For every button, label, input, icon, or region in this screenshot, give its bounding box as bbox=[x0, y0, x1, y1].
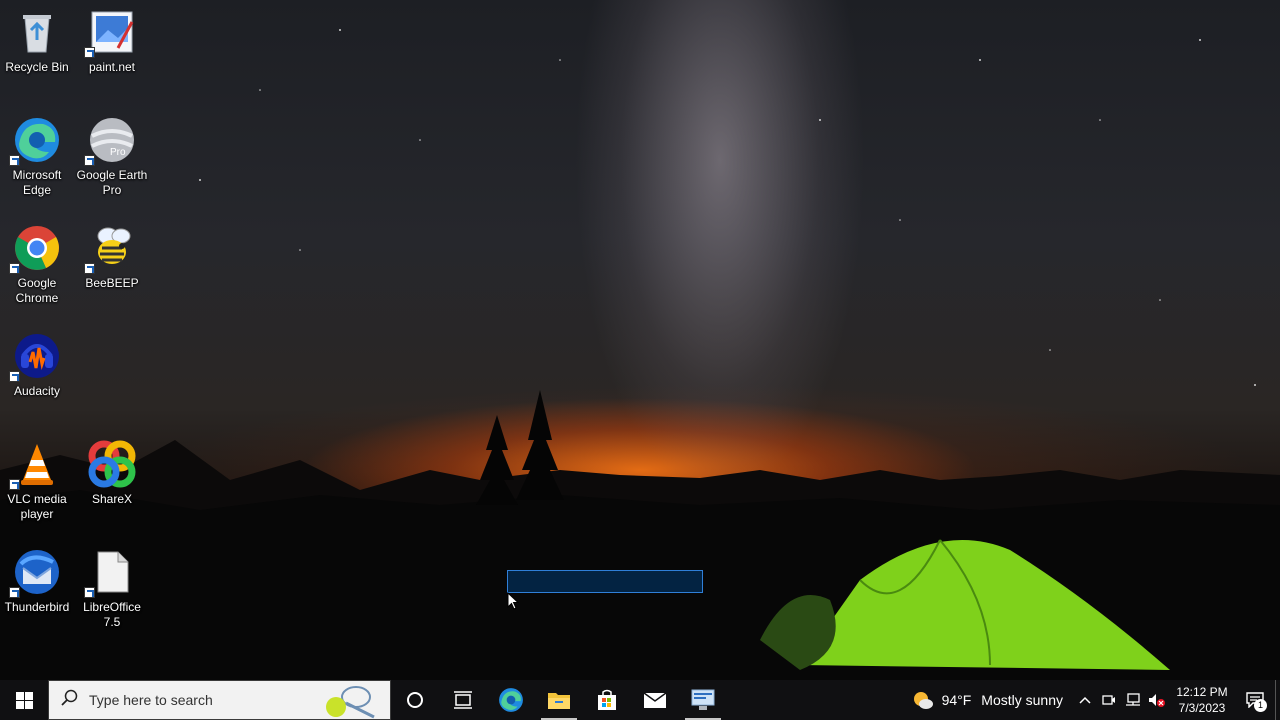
network-icon bbox=[1126, 693, 1140, 706]
recycle-bin-icon bbox=[13, 8, 61, 56]
shortcut-arrow-icon bbox=[9, 155, 20, 166]
desktop-icon-label: paint.net bbox=[88, 60, 136, 74]
show-hidden-icons-button[interactable] bbox=[1073, 680, 1097, 720]
paint-net-icon bbox=[84, 8, 136, 58]
bee-icon bbox=[84, 224, 136, 274]
vlc-icon bbox=[9, 440, 61, 490]
file-explorer-icon bbox=[548, 693, 570, 709]
desktop-icon-vlc[interactable]: VLC media player bbox=[0, 434, 74, 522]
desktop-icon-google-earth-pro[interactable]: Pro Google Earth Pro bbox=[75, 110, 149, 198]
shortcut-arrow-icon bbox=[9, 587, 20, 598]
thunderbird-icon bbox=[9, 548, 61, 598]
edge-icon bbox=[499, 688, 523, 712]
desktop-icon-label: LibreOffice 7.5 bbox=[83, 600, 141, 629]
show-desktop-button[interactable] bbox=[1275, 680, 1280, 720]
tray-meet-now-button[interactable] bbox=[1097, 680, 1121, 720]
desktop-icon-label: BeeBEEP bbox=[85, 276, 139, 290]
weather-widget[interactable]: 94°F Mostly sunny bbox=[912, 690, 1063, 710]
drag-selection-rectangle bbox=[507, 570, 703, 593]
desktop-icon-microsoft-edge[interactable]: Microsoft Edge bbox=[0, 110, 74, 198]
shortcut-arrow-icon bbox=[84, 263, 95, 274]
desktop-icon-libreoffice[interactable]: LibreOffice 7.5 bbox=[75, 542, 149, 630]
taskbar-mail-button[interactable] bbox=[631, 680, 679, 720]
chrome-icon bbox=[9, 224, 61, 274]
desktop-icon-sharex[interactable]: ShareX bbox=[75, 434, 149, 507]
google-earth-icon: Pro bbox=[84, 116, 136, 166]
taskbar-edge-button[interactable] bbox=[487, 680, 535, 720]
shortcut-arrow-icon bbox=[9, 371, 20, 382]
tray-network-button[interactable] bbox=[1121, 680, 1145, 720]
edge-icon bbox=[9, 116, 61, 166]
task-view-button[interactable] bbox=[439, 680, 487, 720]
notification-count-badge: 1 bbox=[1254, 699, 1267, 712]
mail-icon bbox=[643, 692, 667, 708]
desktop-icon-audacity[interactable]: Audacity bbox=[0, 326, 74, 399]
taskbar-file-explorer-button[interactable] bbox=[535, 680, 583, 720]
desktop-icon-label: VLC media player bbox=[7, 492, 67, 521]
remote-desktop-icon bbox=[691, 689, 715, 710]
desktop-icon-beebeep[interactable]: BeeBEEP bbox=[75, 218, 149, 291]
shortcut-arrow-icon bbox=[84, 47, 95, 58]
task-view-icon bbox=[454, 691, 472, 709]
desktop-icon-label: Google Earth Pro bbox=[76, 168, 148, 197]
search-highlight-tennis-icon bbox=[318, 683, 382, 720]
cortana-button[interactable] bbox=[391, 680, 439, 720]
desktop-icon-thunderbird[interactable]: Thunderbird bbox=[0, 542, 74, 615]
desktop-icon-paint-net[interactable]: paint.net bbox=[75, 2, 149, 75]
shortcut-arrow-icon bbox=[84, 155, 95, 166]
desktop-icon-label: Thunderbird bbox=[4, 600, 70, 614]
shortcut-arrow-icon bbox=[9, 479, 20, 490]
taskbar: Type here to search 94°F Mostly sunny 12… bbox=[0, 680, 1280, 720]
desktop-icon-label: ShareX bbox=[91, 492, 133, 506]
libreoffice-icon bbox=[84, 548, 136, 598]
weather-temperature: 94°F bbox=[941, 692, 972, 708]
volume-muted-icon bbox=[1149, 694, 1165, 707]
desktop-icon-label: Recycle Bin bbox=[5, 60, 69, 74]
tray-volume-button[interactable] bbox=[1145, 680, 1169, 720]
desktop-icon-label: Microsoft Edge bbox=[12, 168, 62, 197]
audacity-icon bbox=[9, 332, 61, 382]
cortana-icon bbox=[407, 692, 423, 708]
mouse-cursor-icon bbox=[507, 591, 520, 616]
taskbar-clock[interactable]: 12:12 PM 7/3/2023 bbox=[1169, 684, 1235, 716]
taskbar-search-box[interactable]: Type here to search bbox=[48, 680, 391, 720]
partly-sunny-icon bbox=[913, 692, 933, 709]
desktop-icon-label: Google Chrome bbox=[15, 276, 59, 305]
shortcut-arrow-icon bbox=[84, 587, 95, 598]
sharex-icon bbox=[88, 440, 136, 488]
chevron-up-icon bbox=[1079, 696, 1091, 704]
desktop-icon-recycle-bin[interactable]: Recycle Bin bbox=[0, 2, 74, 75]
store-icon bbox=[598, 689, 616, 710]
meet-now-icon bbox=[1102, 695, 1115, 705]
clock-date: 7/3/2023 bbox=[1178, 701, 1226, 715]
shortcut-arrow-icon bbox=[9, 263, 20, 274]
system-tray: 94°F Mostly sunny 12:12 PM 7/3/2023 1 bbox=[912, 680, 1280, 720]
pro-badge-text: Pro bbox=[110, 147, 126, 158]
search-icon bbox=[61, 689, 79, 712]
desktop-icon-label: Audacity bbox=[13, 384, 61, 398]
action-center-button[interactable]: 1 bbox=[1235, 680, 1275, 720]
search-placeholder: Type here to search bbox=[89, 692, 213, 708]
desktop-icon-google-chrome[interactable]: Google Chrome bbox=[0, 218, 74, 306]
weather-condition: Mostly sunny bbox=[981, 692, 1063, 708]
taskbar-remote-desktop-button[interactable] bbox=[679, 680, 727, 720]
start-button[interactable] bbox=[0, 680, 48, 720]
windows-logo-icon bbox=[15, 691, 33, 709]
taskbar-store-button[interactable] bbox=[583, 680, 631, 720]
clock-time: 12:12 PM bbox=[1176, 685, 1228, 699]
